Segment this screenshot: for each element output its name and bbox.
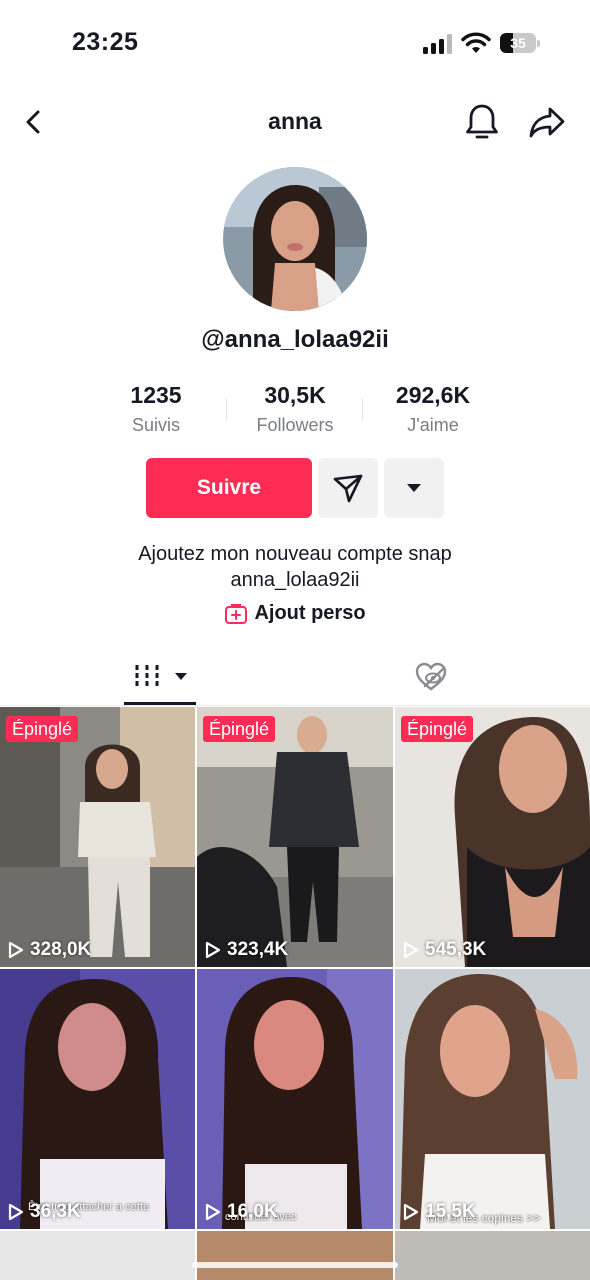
home-indicator: [192, 1262, 398, 1268]
pinned-badge: Épinglé: [401, 716, 474, 742]
stat-followers-value: 30,5K: [264, 382, 326, 408]
video-tile[interactable]: [197, 1231, 393, 1280]
status-bar: 23:25 35: [0, 0, 590, 88]
liked-hidden-icon: [415, 662, 447, 691]
play-icon: [205, 1203, 221, 1221]
video-tile[interactable]: [0, 1231, 195, 1280]
video-grid: Épinglé 328,0K Épinglé 323,4K Épinglé 54…: [0, 707, 590, 1280]
caret-down-icon: [407, 484, 421, 492]
stat-followers[interactable]: 30,5K Followers: [225, 382, 365, 436]
more-options-button[interactable]: [384, 458, 444, 518]
link-label: Ajout perso: [254, 602, 366, 624]
videos-grid-icon: [135, 665, 187, 688]
message-button[interactable]: [318, 458, 378, 518]
battery-icon: 35: [500, 33, 540, 53]
video-tile[interactable]: Épinglé 545,3K: [395, 707, 590, 967]
view-count-value: 545,3K: [425, 939, 487, 960]
divider: [0, 705, 590, 706]
video-thumbnail: [197, 969, 393, 1229]
view-count-value: 323,4K: [227, 939, 289, 960]
view-count-value: 15,5K: [425, 1201, 476, 1222]
play-icon: [205, 941, 221, 959]
video-tile[interactable]: [395, 1231, 590, 1280]
profile-tabs: [0, 648, 590, 706]
video-thumbnail: [395, 969, 590, 1229]
view-count: 16,0K: [205, 1201, 278, 1223]
stat-following[interactable]: 1235 Suivis: [86, 382, 226, 436]
bell-icon[interactable]: [464, 102, 500, 142]
follow-button[interactable]: Suivre: [146, 458, 312, 518]
status-time: 23:25: [72, 28, 139, 56]
view-count: 328,0K: [8, 939, 91, 961]
video-tile[interactable]: Être trop attacher a cette 36,3K: [0, 969, 195, 1229]
tab-videos[interactable]: [124, 660, 196, 694]
video-tile[interactable]: Épinglé 323,4K: [197, 707, 393, 967]
stat-following-label: Suivis: [131, 415, 180, 435]
wifi-icon: [461, 31, 491, 55]
profile-title: anna: [268, 108, 322, 134]
share-icon[interactable]: [528, 104, 566, 140]
stat-likes-value: 292,6K: [395, 382, 471, 408]
send-icon: [333, 474, 363, 503]
tab-liked[interactable]: [414, 660, 448, 694]
view-count: 36,3K: [8, 1201, 81, 1223]
profile-bio: Ajoutez mon nouveau compte snap anna_lol…: [0, 541, 590, 593]
bio-line: anna_lolaa92ii: [230, 569, 360, 591]
play-icon: [403, 941, 419, 959]
video-tile[interactable]: Moi et les copines >> 15,5K: [395, 969, 590, 1229]
video-thumbnail: [197, 707, 393, 967]
profile-header: anna: [0, 96, 590, 148]
profile-actions: Suivre: [0, 458, 590, 518]
battery-level: 35: [510, 35, 526, 51]
pinned-badge: Épinglé: [6, 716, 79, 742]
bio-line: Ajoutez mon nouveau compte snap: [138, 543, 452, 565]
view-count-value: 16,0K: [227, 1201, 278, 1222]
play-icon: [8, 1203, 24, 1221]
video-tile[interactable]: Épinglé 328,0K: [0, 707, 195, 967]
stat-following-value: 1235: [130, 382, 182, 408]
view-count: 15,5K: [403, 1201, 476, 1223]
profile-link[interactable]: Ajout perso: [0, 602, 590, 630]
stat-likes: 292,6K J'aime: [363, 382, 503, 436]
view-count-value: 328,0K: [30, 939, 92, 960]
stat-followers-label: Followers: [256, 415, 334, 435]
profile-stats: 1235 Suivis 30,5K Followers 292,6K J'aim…: [0, 382, 590, 442]
view-count-value: 36,3K: [30, 1201, 81, 1222]
view-count: 323,4K: [205, 939, 288, 961]
play-icon: [8, 941, 24, 959]
video-tile[interactable]: continuer avec 16,0K: [197, 969, 393, 1229]
play-icon: [403, 1203, 419, 1221]
stat-likes-label: J'aime: [407, 415, 459, 435]
cellular-signal-icon: [423, 34, 453, 54]
view-count: 545,3K: [403, 939, 486, 961]
video-thumbnail: [395, 707, 590, 967]
video-thumbnail: [0, 707, 195, 967]
avatar[interactable]: [223, 167, 367, 311]
add-link-icon: [225, 603, 248, 624]
profile-username: @anna_lolaa92ii: [201, 326, 389, 353]
pinned-badge: Épinglé: [203, 716, 276, 742]
video-thumbnail: [0, 969, 195, 1229]
